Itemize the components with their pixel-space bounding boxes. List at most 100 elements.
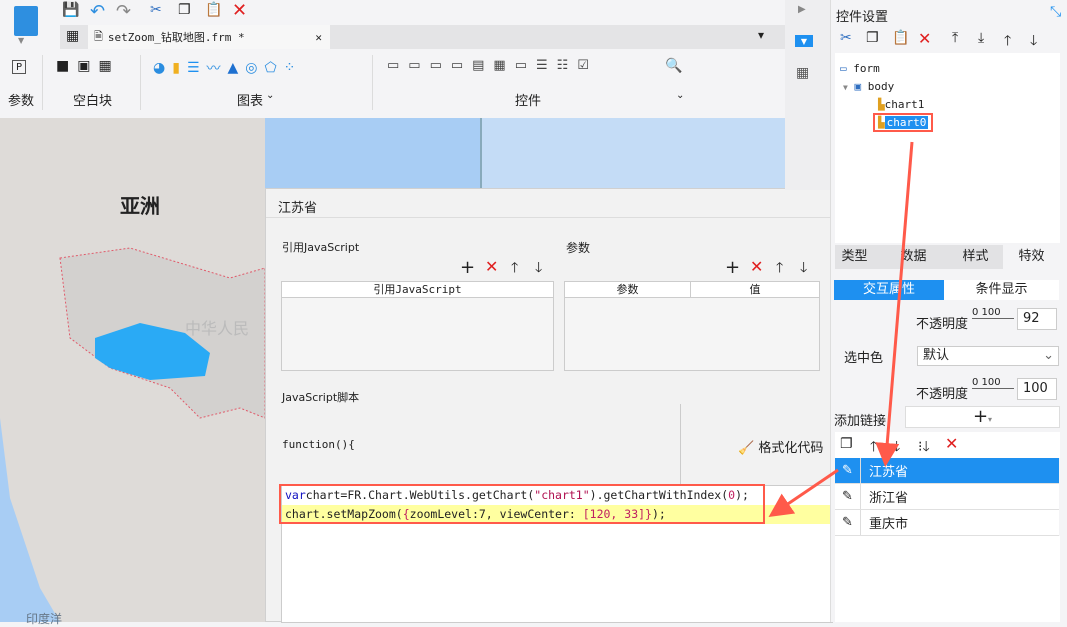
tab-data[interactable]: 数据 [884, 245, 943, 269]
expand-icon[interactable]: ⤡ [1050, 4, 1061, 20]
group-charts: 图表 [237, 94, 264, 109]
opacity-label: 不透明度 [916, 317, 969, 332]
tab-file[interactable]: 🗎 setZoom_钻取地图.frm * ✕ [88, 25, 330, 49]
tab-style[interactable]: 样式 [946, 245, 1005, 269]
chevron-down-icon[interactable]: ▼ [18, 36, 24, 45]
link-label: 江苏省 [869, 465, 909, 480]
add-icon[interactable]: + [460, 257, 475, 278]
arrow-up-icon[interactable]: 🡑 [776, 257, 783, 281]
arrow-up-icon[interactable]: 🡑 [511, 257, 518, 281]
cut-icon[interactable]: ✂ [150, 2, 162, 18]
param-column: 参数 [565, 282, 691, 298]
copy-icon[interactable]: ❐ [866, 30, 879, 46]
ref-js-title: 引用JavaScript [282, 241, 360, 254]
expand-icon[interactable]: ⌄ [676, 90, 684, 101]
tree-label: chart1 [884, 98, 925, 111]
widget-settings-toggle[interactable]: ▼ [795, 35, 813, 47]
group-blank: 空白块 [73, 94, 113, 109]
opacity-slider[interactable]: 0 100 [972, 377, 1014, 389]
format-code-button[interactable]: 🧹 格式化代码 [738, 437, 823, 456]
arrow-up-icon[interactable]: 🡑 [1004, 30, 1011, 54]
value-column: 值 [691, 282, 819, 298]
ref-js-table[interactable]: 引用JavaScript [281, 281, 554, 371]
selected-color-select[interactable]: 默认 ⌄ [917, 346, 1059, 366]
tree-item-form[interactable]: ▭ form [840, 62, 880, 75]
preview-icon[interactable]: 🔍 [665, 58, 682, 74]
grid-add-icon[interactable]: ▦ [66, 28, 79, 44]
add-link-button[interactable]: +▾ [905, 406, 1060, 428]
move-top-icon[interactable]: ⤒ [952, 30, 958, 46]
delete-icon[interactable]: ✕ [232, 0, 247, 21]
arrow-down-icon[interactable]: 🡓 [893, 436, 900, 460]
app-logo[interactable] [14, 6, 38, 36]
chart-icon: ▙ [878, 98, 885, 111]
delete-icon[interactable]: ✕ [918, 29, 931, 48]
link-item[interactable]: ✎ 重庆市 [835, 510, 1059, 536]
tree-label: chart0 [884, 116, 929, 129]
paste-icon[interactable]: 📋 [205, 2, 222, 18]
copy-icon[interactable]: ❐ [840, 436, 853, 452]
close-icon[interactable]: ✕ [315, 31, 322, 44]
code-highlight-box [279, 484, 765, 524]
opacity-slider[interactable]: 0 100 [972, 307, 1014, 319]
widget-icons[interactable]: ▭▭▭▭▤▦▭☰☷☑ [387, 58, 598, 73]
form-icon: ▭ [840, 62, 847, 75]
layout-icon[interactable]: ▦ [796, 65, 809, 81]
opacity-input[interactable]: 92 [1017, 308, 1057, 330]
ref-js-column: 引用JavaScript [282, 282, 553, 298]
edit-icon[interactable]: ✎ [835, 484, 861, 509]
subtab-condition[interactable]: 条件显示 [944, 280, 1059, 300]
move-bottom-icon[interactable]: ⤓ [978, 30, 984, 46]
block-icons[interactable]: ■▣▦ [56, 58, 120, 74]
broom-icon: 🧹 [738, 441, 755, 456]
group-widgets: 控件 [515, 94, 542, 109]
link-item[interactable]: ✎ 浙江省 [835, 484, 1059, 510]
arrow-up-icon[interactable]: 🡑 [870, 436, 877, 460]
cut-icon[interactable]: ✂ [840, 30, 852, 46]
tree-item-chart1[interactable]: ▙chart1 [878, 98, 924, 111]
tree-label: body [867, 80, 895, 93]
move-bottom-icon[interactable]: ⁝🡓 [918, 436, 930, 460]
delete-icon[interactable]: ✕ [485, 257, 498, 276]
undo-icon[interactable]: ↶ [90, 1, 105, 22]
arrow-down-icon[interactable]: 🡓 [535, 257, 542, 281]
param-icon[interactable]: P [12, 60, 26, 74]
tree-item-chart0[interactable]: ▙ chart0 [873, 113, 934, 132]
subtab-interaction[interactable]: 交互属性 [834, 280, 944, 300]
tab-type[interactable]: 类型 [825, 245, 884, 269]
copy-icon[interactable]: ❐ [178, 2, 191, 18]
edit-icon[interactable]: ✎ [835, 458, 861, 483]
map-label-ocean: 印度洋 [26, 612, 63, 626]
link-item[interactable]: ✎ 江苏省 [835, 458, 1059, 484]
collapse-icon[interactable]: ▼ [843, 83, 848, 92]
redo-icon[interactable]: ↷ [116, 1, 131, 22]
map-label-asia: 亚洲 [120, 194, 160, 218]
opacity-input[interactable]: 100 [1017, 378, 1057, 400]
file-icon: 🗎 [94, 29, 103, 43]
add-link-label: 添加链接 [834, 414, 887, 429]
add-icon[interactable]: + [725, 257, 740, 278]
select-value: 默认 [923, 348, 950, 363]
pin-icon[interactable]: ▾ [758, 28, 764, 42]
chart-icons[interactable]: ◕ ▮ ☰ 〰 ▲ ◎⬠⁘ [153, 58, 302, 78]
tab-effects[interactable]: 特效 [1003, 245, 1060, 269]
edit-icon[interactable]: ✎ [835, 510, 861, 535]
body-icon: ▣ [854, 80, 862, 93]
format-code-label: 格式化代码 [758, 441, 824, 456]
arrow-down-icon[interactable]: 🡓 [1030, 30, 1037, 54]
tree-label: form [853, 62, 880, 75]
panel-title: 控件设置 [836, 10, 889, 25]
tree-item-body[interactable]: ▼ ▣ body [843, 80, 894, 93]
delete-icon[interactable]: ✕ [945, 434, 958, 453]
save-icon[interactable]: 💾 [62, 2, 79, 18]
delete-icon[interactable]: ✕ [750, 257, 763, 276]
chart-icon: ▙ [878, 116, 885, 129]
group-params: 参数 [8, 94, 35, 109]
params-table[interactable]: 参数值 [564, 281, 820, 371]
expand-icon[interactable]: ⌄ [266, 90, 274, 101]
arrow-down-icon[interactable]: 🡓 [800, 257, 807, 281]
link-label: 重庆市 [869, 517, 909, 532]
paste-icon[interactable]: 📋 [892, 30, 909, 46]
chevron-down-icon: ⌄ [1043, 348, 1054, 363]
chevron-right-icon[interactable]: ▶ [798, 4, 806, 15]
